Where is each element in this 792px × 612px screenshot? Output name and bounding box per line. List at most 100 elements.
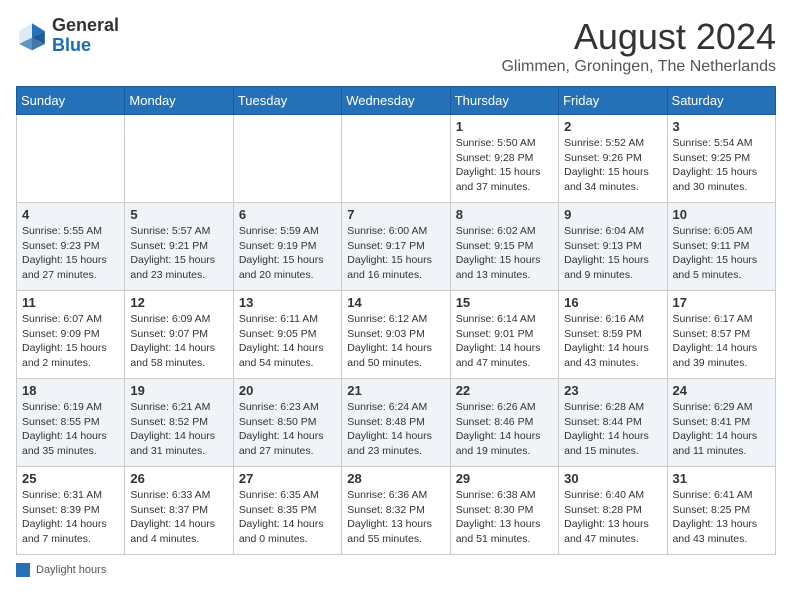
- day-number: 20: [239, 383, 336, 398]
- day-info: Sunrise: 6:17 AM Sunset: 8:57 PM Dayligh…: [673, 312, 770, 371]
- day-info: Sunrise: 5:50 AM Sunset: 9:28 PM Dayligh…: [456, 136, 553, 195]
- logo-blue-text: Blue: [52, 36, 119, 56]
- day-number: 17: [673, 295, 770, 310]
- calendar-week-row: 11Sunrise: 6:07 AM Sunset: 9:09 PM Dayli…: [17, 291, 776, 379]
- footer-note: Daylight hours: [16, 563, 776, 577]
- day-info: Sunrise: 5:55 AM Sunset: 9:23 PM Dayligh…: [22, 224, 119, 283]
- day-number: 10: [673, 207, 770, 222]
- day-info: Sunrise: 6:09 AM Sunset: 9:07 PM Dayligh…: [130, 312, 227, 371]
- day-info: Sunrise: 6:29 AM Sunset: 8:41 PM Dayligh…: [673, 400, 770, 459]
- day-number: 16: [564, 295, 661, 310]
- day-info: Sunrise: 6:35 AM Sunset: 8:35 PM Dayligh…: [239, 488, 336, 547]
- calendar-cell: 17 Sunrise: 6:17 AM Sunset: 8:57 PM Dayli…: [667, 291, 775, 379]
- calendar-cell: 28Sunrise: 6:36 AM Sunset: 8:32 PM Dayli…: [342, 467, 450, 555]
- calendar-cell: 13 Sunrise: 6:11 AM Sunset: 9:05 PM Dayli…: [233, 291, 341, 379]
- day-number: 22: [456, 383, 553, 398]
- logo-icon: [16, 20, 48, 52]
- calendar-week-row: 4Sunrise: 5:55 AM Sunset: 9:23 PM Daylig…: [17, 203, 776, 291]
- calendar-cell: 10Sunrise: 6:05 AM Sunset: 9:11 PM Dayli…: [667, 203, 775, 291]
- day-info: Sunrise: 6:02 AM Sunset: 9:15 PM Dayligh…: [456, 224, 553, 283]
- day-number: 21: [347, 383, 444, 398]
- logo-general-text: General: [52, 16, 119, 36]
- day-info: Sunrise: 5:59 AM Sunset: 9:19 PM Dayligh…: [239, 224, 336, 283]
- day-number: 13: [239, 295, 336, 310]
- day-number: 14: [347, 295, 444, 310]
- day-number: 27: [239, 471, 336, 486]
- day-info: Sunrise: 6:16 AM Sunset: 8:59 PM Dayligh…: [564, 312, 661, 371]
- day-info: Sunrise: 6:38 AM Sunset: 8:30 PM Dayligh…: [456, 488, 553, 547]
- calendar-cell: [125, 115, 233, 203]
- day-number: 11: [22, 295, 119, 310]
- day-number: 1: [456, 119, 553, 134]
- day-number: 30: [564, 471, 661, 486]
- calendar-cell: 23 Sunrise: 6:28 AM Sunset: 8:44 PM Dayli…: [559, 379, 667, 467]
- calendar-week-row: 1 Sunrise: 5:50 AM Sunset: 9:28 PM Daylig…: [17, 115, 776, 203]
- calendar-week-row: 25 Sunrise: 6:31 AM Sunset: 8:39 PM Dayli…: [17, 467, 776, 555]
- calendar-table: SundayMondayTuesdayWednesdayThursdayFrid…: [16, 86, 776, 555]
- day-number: 23: [564, 383, 661, 398]
- day-number: 19: [130, 383, 227, 398]
- day-info: Sunrise: 6:04 AM Sunset: 9:13 PM Dayligh…: [564, 224, 661, 283]
- month-year-title: August 2024: [501, 16, 776, 58]
- calendar-cell: 20Sunrise: 6:23 AM Sunset: 8:50 PM Dayli…: [233, 379, 341, 467]
- day-info: Sunrise: 6:31 AM Sunset: 8:39 PM Dayligh…: [22, 488, 119, 547]
- calendar-cell: 8 Sunrise: 6:02 AM Sunset: 9:15 PM Daylig…: [450, 203, 558, 291]
- calendar-cell: 4Sunrise: 5:55 AM Sunset: 9:23 PM Daylig…: [17, 203, 125, 291]
- calendar-cell: 22 Sunrise: 6:26 AM Sunset: 8:46 PM Dayli…: [450, 379, 558, 467]
- day-number: 6: [239, 207, 336, 222]
- header: General Blue August 2024 Glimmen, Gronin…: [16, 16, 776, 76]
- day-info: Sunrise: 6:26 AM Sunset: 8:46 PM Dayligh…: [456, 400, 553, 459]
- day-number: 31: [673, 471, 770, 486]
- day-number: 15: [456, 295, 553, 310]
- day-info: Sunrise: 6:33 AM Sunset: 8:37 PM Dayligh…: [130, 488, 227, 547]
- calendar-cell: 6 Sunrise: 5:59 AM Sunset: 9:19 PM Daylig…: [233, 203, 341, 291]
- calendar-cell: 14 Sunrise: 6:12 AM Sunset: 9:03 PM Dayli…: [342, 291, 450, 379]
- calendar-cell: 30 Sunrise: 6:40 AM Sunset: 8:28 PM Dayli…: [559, 467, 667, 555]
- day-info: Sunrise: 6:12 AM Sunset: 9:03 PM Dayligh…: [347, 312, 444, 371]
- calendar-cell: 2Sunrise: 5:52 AM Sunset: 9:26 PM Daylig…: [559, 115, 667, 203]
- day-info: Sunrise: 6:24 AM Sunset: 8:48 PM Dayligh…: [347, 400, 444, 459]
- day-number: 7: [347, 207, 444, 222]
- calendar-cell: [342, 115, 450, 203]
- calendar-week-row: 18 Sunrise: 6:19 AM Sunset: 8:55 PM Dayli…: [17, 379, 776, 467]
- day-info: Sunrise: 6:11 AM Sunset: 9:05 PM Dayligh…: [239, 312, 336, 371]
- calendar-cell: 25 Sunrise: 6:31 AM Sunset: 8:39 PM Dayli…: [17, 467, 125, 555]
- calendar-cell: 19 Sunrise: 6:21 AM Sunset: 8:52 PM Dayli…: [125, 379, 233, 467]
- calendar-cell: 7 Sunrise: 6:00 AM Sunset: 9:17 PM Daylig…: [342, 203, 450, 291]
- day-info: Sunrise: 6:40 AM Sunset: 8:28 PM Dayligh…: [564, 488, 661, 547]
- day-number: 18: [22, 383, 119, 398]
- day-number: 25: [22, 471, 119, 486]
- day-info: Sunrise: 6:28 AM Sunset: 8:44 PM Dayligh…: [564, 400, 661, 459]
- daylight-box-icon: [16, 563, 30, 577]
- day-info: Sunrise: 6:00 AM Sunset: 9:17 PM Dayligh…: [347, 224, 444, 283]
- calendar-col-thursday: Thursday: [450, 87, 558, 115]
- calendar-col-wednesday: Wednesday: [342, 87, 450, 115]
- day-number: 3: [673, 119, 770, 134]
- day-number: 26: [130, 471, 227, 486]
- calendar-cell: 31 Sunrise: 6:41 AM Sunset: 8:25 PM Dayli…: [667, 467, 775, 555]
- calendar-cell: 1 Sunrise: 5:50 AM Sunset: 9:28 PM Daylig…: [450, 115, 558, 203]
- calendar-cell: 26 Sunrise: 6:33 AM Sunset: 8:37 PM Dayli…: [125, 467, 233, 555]
- calendar-cell: [233, 115, 341, 203]
- calendar-col-saturday: Saturday: [667, 87, 775, 115]
- calendar-col-sunday: Sunday: [17, 87, 125, 115]
- day-number: 5: [130, 207, 227, 222]
- day-info: Sunrise: 6:41 AM Sunset: 8:25 PM Dayligh…: [673, 488, 770, 547]
- calendar-cell: 9Sunrise: 6:04 AM Sunset: 9:13 PM Daylig…: [559, 203, 667, 291]
- day-info: Sunrise: 5:54 AM Sunset: 9:25 PM Dayligh…: [673, 136, 770, 195]
- day-number: 8: [456, 207, 553, 222]
- calendar-cell: 21 Sunrise: 6:24 AM Sunset: 8:48 PM Dayli…: [342, 379, 450, 467]
- logo-text: General Blue: [52, 16, 119, 56]
- calendar-header-row: SundayMondayTuesdayWednesdayThursdayFrid…: [17, 87, 776, 115]
- calendar-col-monday: Monday: [125, 87, 233, 115]
- calendar-cell: 5Sunrise: 5:57 AM Sunset: 9:21 PM Daylig…: [125, 203, 233, 291]
- day-number: 12: [130, 295, 227, 310]
- day-number: 24: [673, 383, 770, 398]
- day-info: Sunrise: 6:36 AM Sunset: 8:32 PM Dayligh…: [347, 488, 444, 547]
- calendar-cell: 27 Sunrise: 6:35 AM Sunset: 8:35 PM Dayli…: [233, 467, 341, 555]
- calendar-col-tuesday: Tuesday: [233, 87, 341, 115]
- day-number: 29: [456, 471, 553, 486]
- day-info: Sunrise: 6:19 AM Sunset: 8:55 PM Dayligh…: [22, 400, 119, 459]
- calendar-col-friday: Friday: [559, 87, 667, 115]
- day-info: Sunrise: 6:21 AM Sunset: 8:52 PM Dayligh…: [130, 400, 227, 459]
